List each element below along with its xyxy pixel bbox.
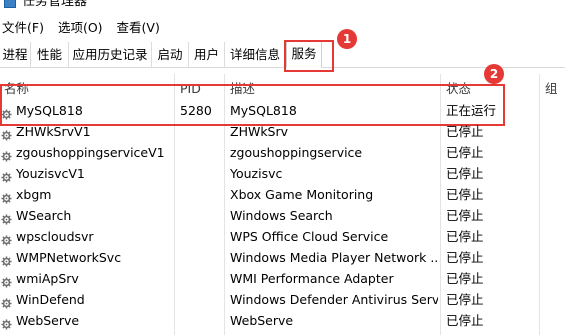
table-row[interactable]: WinDefend Windows Defender Antivirus Serv… [0,289,565,310]
table-row[interactable]: MySQL818 5280 MySQL818 正在运行 [0,100,565,121]
annotation-badge-2: 2 [484,64,504,84]
service-name: wmiApSrv [16,271,79,286]
service-name: WSearch [16,208,72,223]
gear-icon [1,210,12,225]
menu-view[interactable]: 查看(V) [115,17,166,36]
service-description: MySQL818 [230,103,297,118]
tab-performance[interactable]: 性能 [31,42,69,67]
service-name: WMPNetworkSvc [16,250,122,265]
menu-file[interactable]: 文件(F) [0,17,50,36]
service-status: 已停止 [446,292,484,307]
gear-icon [1,273,12,288]
tab-users[interactable]: 用户 [189,42,225,67]
service-description: Youzisvc [230,166,283,181]
annotation-badge-1: 1 [337,29,357,49]
tab-startup[interactable]: 启动 [152,42,189,67]
table-row[interactable]: zgoushoppingserviceV1 zgoushoppingservice… [0,142,565,163]
gear-icon [1,231,12,246]
service-status: 已停止 [446,187,484,202]
service-status: 已停止 [446,145,484,160]
service-status: 已停止 [446,229,484,244]
table-row[interactable]: WSearch Windows Search 已停止 [0,205,565,226]
table-row[interactable]: wpscloudsvr WPS Office Cloud Service 已停止 [0,226,565,247]
gear-icon [1,252,12,267]
service-status: 正在运行 [446,103,497,118]
service-description: WebServe [230,313,294,328]
table-row[interactable]: WebServe WebServe 已停止 [0,310,565,331]
service-name: ZHWkSrvV1 [16,124,91,139]
service-status: 已停止 [446,166,484,181]
service-description: WMI Performance Adapter [230,271,394,286]
service-description: WPS Office Cloud Service [230,229,389,244]
service-status: 已停止 [446,250,484,265]
title-bar: 任务管理器 [0,0,565,14]
service-description: Windows Media Player Network ... [230,250,438,265]
table-row[interactable]: ZHWkSrvV1 ZHWkSrv 已停止 [0,121,565,142]
service-status: 已停止 [446,124,484,139]
gear-icon [1,168,12,183]
service-name: WinDefend [16,292,85,307]
table-row[interactable]: xbgm Xbox Game Monitoring 已停止 [0,184,565,205]
table-row[interactable]: WMPNetworkSvc Windows Media Player Networ… [0,247,565,268]
service-description: ZHWkSrv [230,124,289,139]
gear-icon [1,315,12,330]
service-description: Xbox Game Monitoring [230,187,374,202]
tab-details[interactable]: 详细信息 [225,42,286,67]
service-description: Windows Search [230,208,333,223]
gear-icon [1,189,12,204]
tab-app-history[interactable]: 应用历史记录 [69,42,152,67]
service-name: MySQL818 [16,103,83,118]
service-name: wpscloudsvr [16,229,94,244]
annotation-box-1 [284,40,334,72]
service-name: YouzisvcV1 [16,166,85,181]
service-name: xbgm [16,187,52,202]
task-manager-icon [4,0,16,8]
service-name: WebServe [16,313,80,328]
service-status: 已停止 [446,271,484,286]
service-description: Windows Defender Antivirus Serv... [230,292,438,307]
window-title: 任务管理器 [22,0,88,9]
service-status: 已停止 [446,313,484,328]
service-status: 已停止 [446,208,484,223]
menu-bar: 文件(F) 选项(O) 查看(V) [0,14,565,38]
tab-strip: 进程 性能 应用历史记录 启动 用户 详细信息 服务 [0,38,565,68]
table-row[interactable]: wmiApSrv WMI Performance Adapter 已停止 [0,268,565,289]
menu-options[interactable]: 选项(O) [56,17,109,36]
tab-processes[interactable]: 进程 [0,42,31,67]
service-description: zgoushoppingservice [230,145,363,160]
header-group[interactable]: 组 [545,82,558,98]
gear-icon [1,294,12,309]
gear-icon [1,105,12,120]
gear-icon [1,147,12,162]
service-name: zgoushoppingserviceV1 [16,145,165,160]
table-row[interactable]: YouzisvcV1 Youzisvc 已停止 [0,163,565,184]
gear-icon [1,126,12,141]
service-pid: 5280 [180,103,212,118]
